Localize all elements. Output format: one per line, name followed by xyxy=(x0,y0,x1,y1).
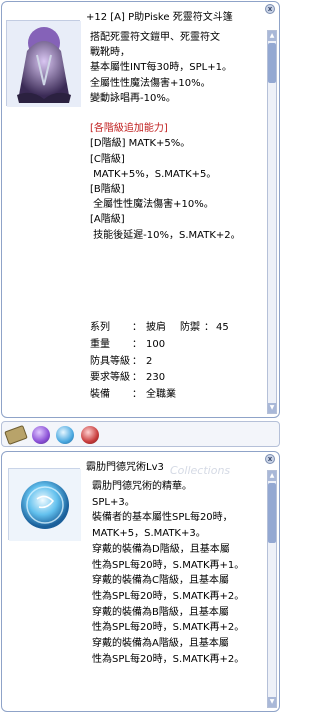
description-line: 穿戴的裝備為D階級，且基本屬 xyxy=(92,543,230,555)
purple-orb-icon[interactable] xyxy=(32,426,50,444)
description-line: [各階級追加能力] xyxy=(90,123,168,135)
description-line: 穿戴的裝備為B階級，且基本屬 xyxy=(92,606,229,618)
item-title: +12 [A] P助Piske 死靈符文斗篷 xyxy=(86,12,233,23)
stat-label: 重量 xyxy=(90,338,110,350)
scroll-thumb[interactable] xyxy=(268,43,276,83)
stat-separator: ： xyxy=(204,322,214,333)
stat-value: 披肩 xyxy=(146,322,166,333)
scroll-thumb[interactable] xyxy=(268,483,276,543)
description-line: 技能後延遲-10%，S.MATK+2。 xyxy=(90,229,241,241)
description-line: [B階級] xyxy=(90,184,125,196)
scroll-up-icon[interactable]: ▲ xyxy=(268,471,276,481)
item-image xyxy=(6,20,81,107)
stat-separator: ： xyxy=(132,322,142,333)
stat-row: 防具等級： 2 xyxy=(90,354,229,371)
description-line: 性為SPL每20時，S.MATK再+2。 xyxy=(92,622,245,634)
description-line: MATK+5%，S.MATK+5。 xyxy=(90,168,217,180)
description-line: 性為SPL每20時，S.MATK再+2。 xyxy=(92,653,245,665)
red-orb-icon[interactable] xyxy=(81,426,99,444)
item-description: 搭配死靈符文鎧甲、死靈符文 戰靴時， 基本屬性INT每30時，SPL+1。 全屬性性魔… xyxy=(90,30,254,243)
close-icon[interactable]: x xyxy=(265,454,275,464)
blue-orb-icon[interactable] xyxy=(56,426,74,444)
stat-label: 防禦 xyxy=(180,322,200,333)
description-line: 戰靴時， xyxy=(90,47,130,59)
cloak-icon xyxy=(7,21,81,107)
stat-row: 要求等級： 230 xyxy=(90,370,229,387)
scroll-up-icon[interactable]: ▲ xyxy=(268,31,276,41)
scrollbar[interactable]: ▲ ▼ xyxy=(267,470,277,708)
description-line: 全屬性性魔法傷害+10%。 xyxy=(90,77,211,89)
stat-row: 系列：披肩 防禦： 45 xyxy=(90,320,229,337)
stat-label: 防具等級 xyxy=(90,355,130,367)
description-line: 穿戴的裝備為A階級，且基本屬 xyxy=(92,638,229,650)
stat-value: 2 xyxy=(146,355,153,367)
scroll-down-icon[interactable]: ▼ xyxy=(268,697,276,707)
description-line: 裝備者的基本屬性SPL每20時， xyxy=(92,512,233,524)
stat-value: 100 xyxy=(146,338,166,350)
description-line: 性為SPL每20時，S.MATK再+1。 xyxy=(92,559,245,571)
description-line: 霸肋門德咒術的精華。 xyxy=(92,481,192,492)
description-line: [C階級] xyxy=(90,153,125,165)
stat-value: 230 xyxy=(146,372,166,384)
description-line: MATK+5，S.MATK+3。 xyxy=(92,528,206,540)
scrollbar[interactable]: ▲ ▼ xyxy=(267,30,277,414)
stat-separator: ： xyxy=(132,338,142,350)
description-line: [D階級] MATK+5%。 xyxy=(90,138,191,150)
stat-separator: ： xyxy=(132,372,142,384)
description-line: 基本屬性INT每30時，SPL+1。 xyxy=(90,62,232,74)
close-icon[interactable]: x xyxy=(265,4,275,14)
description-line: 穿戴的裝備為C階級，且基本屬 xyxy=(92,575,229,587)
watermark: Collections xyxy=(170,464,231,477)
card-slot-tray xyxy=(1,421,280,447)
enchant-image xyxy=(8,468,81,541)
stat-value: 全職業 xyxy=(146,389,176,401)
stat-label: 裝備 xyxy=(90,389,110,401)
stat-row: 裝備 ： 全職業 xyxy=(90,387,229,404)
stat-label: 系列 xyxy=(90,322,110,333)
item-stats: 系列：披肩 防禦： 45 重量： 100 防具等級： 2 要求等級： 230 裝備：全職業 xyxy=(90,320,229,404)
stat-label: 要求等級 xyxy=(90,372,130,384)
stat-separator: ： xyxy=(132,355,142,367)
description-line: [A階級] xyxy=(90,214,125,226)
description-line: SPL+3。 xyxy=(92,496,135,508)
scroll-down-icon[interactable]: ▼ xyxy=(268,403,276,413)
stat-row: 重量 ： 100 xyxy=(90,337,229,354)
enchant-description: 霸肋門德咒術的精華。 SPL+3。裝備者的基本屬性SPL每20時， MATK+5，S… xyxy=(92,479,262,667)
description-line: 搭配死靈符文鎧甲、死靈符文 xyxy=(90,32,220,43)
card-slot-icon[interactable] xyxy=(4,425,28,445)
description-line: 全屬性性魔法傷害+10%。 xyxy=(90,199,214,211)
enchant-title: 霸肋門德咒術Lv3 xyxy=(86,462,164,473)
description-line: 變動詠唱再-10%。 xyxy=(90,92,176,104)
stat-value: 45 xyxy=(216,322,229,333)
description-line: 性為SPL每20時，S.MATK再+2。 xyxy=(92,590,245,602)
stat-separator: ： xyxy=(132,389,142,401)
description-line xyxy=(90,106,254,121)
blue-orb-icon xyxy=(9,469,81,541)
